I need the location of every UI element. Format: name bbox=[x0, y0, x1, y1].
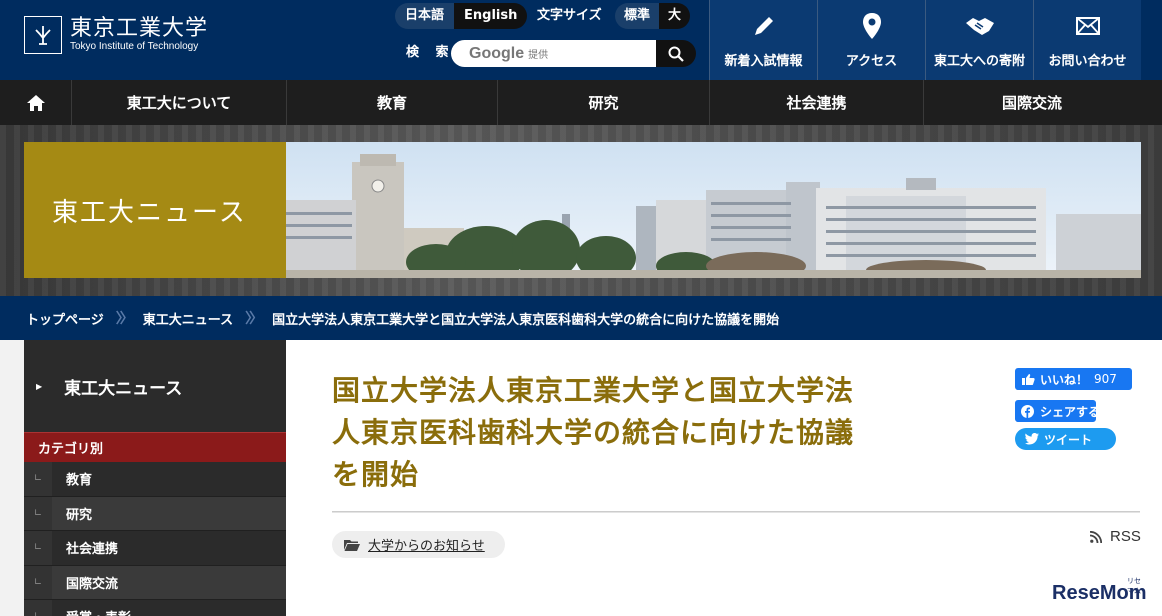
rss-icon bbox=[1090, 530, 1102, 543]
font-size-large-button[interactable]: 大 bbox=[659, 3, 691, 29]
rss-link[interactable]: RSS bbox=[1090, 528, 1141, 545]
like-count: 907 bbox=[1094, 372, 1117, 386]
nav-social-collaboration[interactable]: 社会連携 bbox=[710, 80, 924, 125]
corner-mark-icon: ∟ bbox=[24, 462, 52, 496]
facebook-icon bbox=[1021, 404, 1034, 418]
mail-icon bbox=[1075, 10, 1100, 42]
facebook-like-button[interactable]: いいね！ 907 bbox=[1015, 368, 1132, 390]
quick-link-donation[interactable]: 東工大への寄附 bbox=[925, 0, 1033, 80]
folder-icon bbox=[344, 539, 360, 551]
global-nav: 東工大について 教育 研究 社会連携 国際交流 bbox=[0, 80, 1162, 125]
tweet-button[interactable]: ツイート bbox=[1015, 428, 1116, 450]
sidebar-heading-label: 東工大ニュース bbox=[64, 378, 183, 399]
search-input[interactable]: Google 提供 bbox=[451, 40, 656, 67]
home-icon bbox=[26, 94, 45, 111]
main-content: 国立大学法人東京工業大学と国立大学法 人東京医科歯科大学の統合に向けた協議 を開… bbox=[286, 340, 1162, 616]
sidebar-item-awards[interactable]: ∟ 受賞・表彰 bbox=[24, 600, 286, 616]
sidebar-item-international[interactable]: ∟ 国際交流 bbox=[24, 565, 286, 600]
sidebar: ▶ 東工大ニュース カテゴリ別 ∟ 教育 ∟ 研究 ∟ 社会連携 ∟ 国際交流 … bbox=[24, 340, 286, 616]
font-size-standard-button[interactable]: 標準 bbox=[615, 3, 660, 29]
thumbs-up-icon bbox=[1022, 373, 1035, 385]
logo-swallow-icon bbox=[24, 16, 62, 54]
corner-mark-icon: ∟ bbox=[24, 600, 52, 616]
nav-research[interactable]: 研究 bbox=[498, 80, 710, 125]
google-brand-sub: 提供 bbox=[528, 50, 549, 61]
google-brand: Google bbox=[469, 44, 525, 62]
corner-mark-icon: ∟ bbox=[24, 531, 52, 565]
category-tag[interactable]: 大学からのお知らせ bbox=[332, 531, 505, 558]
quick-link-contact[interactable]: お問い合わせ bbox=[1033, 0, 1141, 80]
site-header: 東京工業大学 Tokyo Institute of Technology 日本語… bbox=[0, 0, 1162, 80]
breadcrumb-separator-icon: 〉〉 bbox=[245, 311, 263, 327]
sidebar-item-social-collaboration[interactable]: ∟ 社会連携 bbox=[24, 531, 286, 566]
breadcrumb-news-link[interactable]: 東工大ニュース bbox=[143, 309, 233, 328]
font-size-label: 文字サイズ bbox=[537, 8, 602, 23]
home-button[interactable] bbox=[0, 80, 72, 125]
search-icon bbox=[668, 46, 684, 62]
logo-name-ja: 東京工業大学 bbox=[70, 16, 209, 41]
facebook-share-button[interactable]: シェアする bbox=[1015, 400, 1096, 422]
site-logo[interactable]: 東京工業大学 Tokyo Institute of Technology bbox=[24, 16, 208, 54]
lang-english-button[interactable]: English bbox=[454, 3, 528, 29]
category-tag-label: 大学からのお知らせ bbox=[368, 539, 485, 554]
sidebar-category-header: カテゴリ別 bbox=[24, 432, 286, 462]
search-button[interactable] bbox=[656, 40, 696, 67]
lang-japanese-button[interactable]: 日本語 bbox=[395, 3, 455, 29]
logo-name-en: Tokyo Institute of Technology bbox=[70, 41, 199, 52]
breadcrumb: トップページ 〉〉 東工大ニュース 〉〉 国立大学法人東京工業大学と国立大学法人… bbox=[0, 296, 1162, 340]
breadcrumb-home-link[interactable]: トップページ bbox=[26, 309, 104, 328]
language-switcher: 日本語 English bbox=[395, 3, 528, 29]
quick-links: 新着入試情報 アクセス 東工大への寄附 お問い合わせ bbox=[709, 0, 1141, 80]
article-title: 国立大学法人東京工業大学と国立大学法 人東京医科歯科大学の統合に向けた協議 を開… bbox=[332, 374, 855, 491]
sidebar-item-research[interactable]: ∟ 研究 bbox=[24, 496, 286, 531]
breadcrumb-separator-icon: 〉〉 bbox=[115, 311, 134, 327]
quick-link-access[interactable]: アクセス bbox=[817, 0, 925, 80]
pencil-icon bbox=[751, 10, 777, 42]
title-divider bbox=[332, 511, 1140, 513]
resemom-watermark: ReseMom リセマム bbox=[1052, 578, 1147, 604]
social-buttons: いいね！ 907 シェアする ツイート bbox=[1015, 368, 1132, 450]
font-size-switcher: 標準 大 bbox=[615, 3, 691, 29]
handshake-icon bbox=[965, 10, 995, 42]
campus-photo bbox=[286, 142, 1141, 278]
quick-link-admissions[interactable]: 新着入試情報 bbox=[709, 0, 817, 80]
nav-about[interactable]: 東工大について bbox=[72, 80, 287, 125]
banner-title: 東工大ニュース bbox=[52, 197, 247, 228]
sidebar-heading[interactable]: ▶ 東工大ニュース bbox=[24, 340, 286, 432]
nav-education[interactable]: 教育 bbox=[287, 80, 498, 125]
breadcrumb-current: 国立大学法人東京工業大学と国立大学法人東京医科歯科大学の統合に向けた協議を開始 bbox=[272, 312, 780, 328]
page-banner: 東工大ニュース bbox=[0, 125, 1162, 296]
sidebar-item-education[interactable]: ∟ 教育 bbox=[24, 462, 286, 497]
twitter-bird-icon bbox=[1025, 433, 1039, 445]
corner-mark-icon: ∟ bbox=[24, 565, 52, 599]
nav-international[interactable]: 国際交流 bbox=[924, 80, 1140, 125]
corner-mark-icon: ∟ bbox=[24, 496, 52, 530]
triangle-right-icon: ▶ bbox=[36, 381, 43, 391]
banner-title-box: 東工大ニュース bbox=[24, 142, 286, 278]
map-pin-icon bbox=[862, 10, 882, 42]
search-label: 検 索 bbox=[406, 45, 455, 60]
